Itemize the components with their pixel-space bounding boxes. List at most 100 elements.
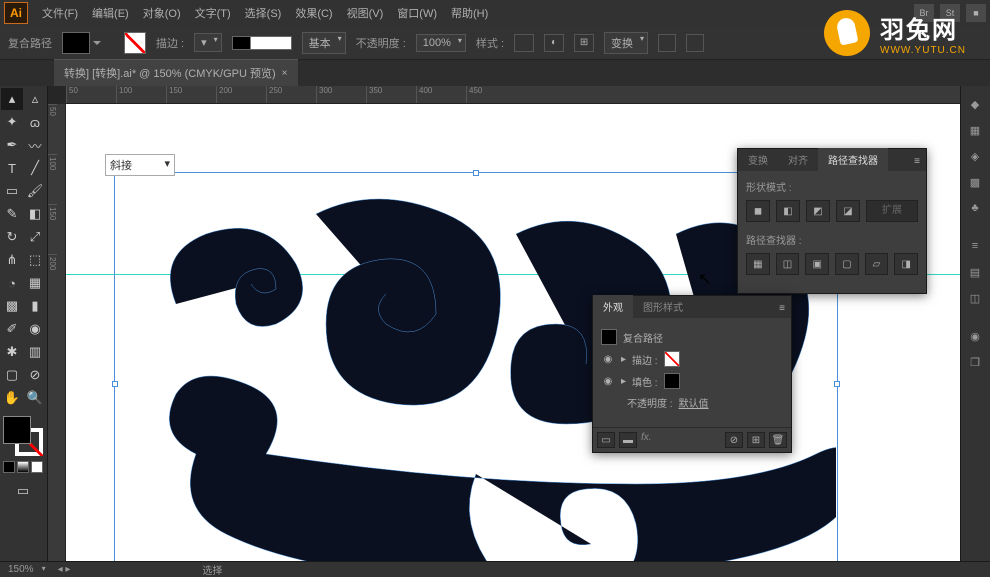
add-effect-button[interactable]: fx. <box>641 432 721 448</box>
brush-preview[interactable] <box>232 36 292 50</box>
pathfinder-tab[interactable]: 路径查找器 <box>818 148 888 171</box>
pen-tool[interactable]: ✒ <box>1 134 23 156</box>
unite-button[interactable]: ◼ <box>746 200 770 222</box>
artboard-tool[interactable]: ▢ <box>1 364 23 386</box>
type-tool[interactable]: T <box>1 157 23 179</box>
free-transform-tool[interactable]: ⬚ <box>24 249 46 271</box>
curvature-tool[interactable]: 〰 <box>24 134 46 156</box>
appearance-panel[interactable]: 外观 图形样式 ≡ 复合路径 ◉ ▸ 描边 : ◉ ▸ 填色 : 不透明度 : … <box>592 295 792 453</box>
panel-menu-icon[interactable]: ≡ <box>773 299 791 318</box>
color-mode-icon[interactable] <box>3 461 15 473</box>
document-tab[interactable]: 转换] [转换].ai* @ 150% (CMYK/GPU 预览) × <box>54 59 298 86</box>
close-tab-icon[interactable]: × <box>282 68 288 79</box>
menu-help[interactable]: 帮助(H) <box>445 1 494 25</box>
direct-selection-tool[interactable]: ▵ <box>24 88 46 110</box>
stroke-swatch[interactable] <box>664 351 680 367</box>
appearance-tab[interactable]: 外观 <box>593 295 633 318</box>
eyedropper-tool[interactable]: ✐ <box>1 318 23 340</box>
stroke-weight-input[interactable]: ▾ <box>194 33 222 52</box>
scale-tool[interactable]: ⤢ <box>24 226 46 248</box>
stroke-panel-icon[interactable]: ≡ <box>963 234 987 258</box>
transparency-panel-icon[interactable]: ◫ <box>963 286 987 310</box>
new-fill-icon[interactable]: ▬ <box>619 432 637 448</box>
rotate-tool[interactable]: ↻ <box>1 226 23 248</box>
eraser-tool[interactable]: ◧ <box>24 203 46 225</box>
menu-effect[interactable]: 效果(C) <box>289 1 338 25</box>
opacity-input[interactable]: 100% <box>416 34 466 52</box>
opacity-value[interactable]: 默认值 <box>679 395 709 410</box>
artboard-nav[interactable]: ◂ ▸ <box>58 564 71 575</box>
color-panel-icon[interactable]: ◈ <box>963 144 987 168</box>
graphic-style-swatch[interactable] <box>514 34 534 52</box>
resize-handle[interactable] <box>834 381 840 387</box>
zoom-select[interactable]: 150% <box>8 564 46 575</box>
swatches-panel-icon[interactable]: ▩ <box>963 170 987 194</box>
recolor-icon[interactable]: ◐ <box>544 34 564 52</box>
menu-view[interactable]: 视图(V) <box>341 1 390 25</box>
align-tab[interactable]: 对齐 <box>778 148 818 171</box>
join-select[interactable]: 斜接 <box>105 154 175 176</box>
minus-front-button[interactable]: ◧ <box>776 200 800 222</box>
fill-swatch[interactable] <box>62 32 90 54</box>
lasso-tool[interactable]: ɷ <box>24 111 46 133</box>
menu-select[interactable]: 选择(S) <box>239 1 288 25</box>
brush-style[interactable]: 基本 <box>302 32 346 54</box>
selection-tool[interactable]: ▴ <box>1 88 23 110</box>
outline-button[interactable]: ▱ <box>865 253 889 275</box>
fill-swatch[interactable] <box>664 373 680 389</box>
crop-button[interactable]: ▢ <box>835 253 859 275</box>
none-mode-icon[interactable] <box>31 461 43 473</box>
gradient-panel-icon[interactable]: ▤ <box>963 260 987 284</box>
resize-handle[interactable] <box>473 170 479 176</box>
perspective-tool[interactable]: ▦ <box>24 272 46 294</box>
line-tool[interactable]: ╱ <box>24 157 46 179</box>
clip-icon[interactable] <box>686 34 704 52</box>
expand-toggle[interactable]: ▸ <box>621 354 626 365</box>
new-stroke-icon[interactable]: ▭ <box>597 432 615 448</box>
fill-stroke-indicator[interactable] <box>1 414 45 458</box>
magic-wand-tool[interactable]: ✦ <box>1 111 23 133</box>
isolation-icon[interactable] <box>658 34 676 52</box>
panel-menu-icon[interactable]: ≡ <box>908 152 926 171</box>
visibility-toggle[interactable]: ◉ <box>601 354 615 365</box>
align-icon[interactable]: ⊞ <box>574 34 594 52</box>
properties-panel-icon[interactable]: ◆ <box>963 92 987 116</box>
pathfinder-panel[interactable]: 变换 对齐 路径查找器 ≡ 形状模式 : ◼ ◧ ◩ ◪ 扩展 路径查找器 : … <box>737 148 927 294</box>
trash-icon[interactable]: 🗑 <box>769 432 787 448</box>
hand-tool[interactable]: ✋ <box>1 387 23 409</box>
screen-mode-icon[interactable]: ▭ <box>1 480 45 502</box>
zoom-tool[interactable]: 🔍 <box>24 387 46 409</box>
transform-button[interactable]: 变换 <box>604 32 648 54</box>
visibility-toggle[interactable]: ◉ <box>601 376 615 387</box>
blend-tool[interactable]: ◉ <box>24 318 46 340</box>
merge-button[interactable]: ▣ <box>805 253 829 275</box>
menu-object[interactable]: 对象(O) <box>137 1 187 25</box>
transform-tab[interactable]: 变换 <box>738 148 778 171</box>
menu-file[interactable]: 文件(F) <box>36 1 84 25</box>
libraries-panel-icon[interactable]: ▦ <box>963 118 987 142</box>
shape-builder-tool[interactable]: ◔ <box>1 272 23 294</box>
clear-icon[interactable]: ⊘ <box>725 432 743 448</box>
slice-tool[interactable]: ⊘ <box>24 364 46 386</box>
width-tool[interactable]: ⋔ <box>1 249 23 271</box>
trim-button[interactable]: ◫ <box>776 253 800 275</box>
divide-button[interactable]: ▦ <box>746 253 770 275</box>
stroke-swatch[interactable] <box>124 32 146 54</box>
expand-toggle[interactable]: ▸ <box>621 376 626 387</box>
menu-window[interactable]: 窗口(W) <box>391 1 443 25</box>
minus-back-button[interactable]: ◨ <box>894 253 918 275</box>
gradient-mode-icon[interactable] <box>17 461 29 473</box>
mesh-tool[interactable]: ▩ <box>1 295 23 317</box>
symbol-sprayer-tool[interactable]: ✱ <box>1 341 23 363</box>
gradient-tool[interactable]: ▮ <box>24 295 46 317</box>
brushes-panel-icon[interactable]: ♣ <box>963 196 987 220</box>
menu-edit[interactable]: 编辑(E) <box>86 1 135 25</box>
layers-panel-icon[interactable]: ❐ <box>963 350 987 374</box>
rectangle-tool[interactable]: ▭ <box>1 180 23 202</box>
exclude-button[interactable]: ◪ <box>836 200 860 222</box>
arrange-button[interactable]: ■ <box>966 4 986 22</box>
graph-tool[interactable]: ▥ <box>24 341 46 363</box>
intersect-button[interactable]: ◩ <box>806 200 830 222</box>
paintbrush-tool[interactable]: 🖌 <box>24 180 46 202</box>
duplicate-icon[interactable]: ⊞ <box>747 432 765 448</box>
